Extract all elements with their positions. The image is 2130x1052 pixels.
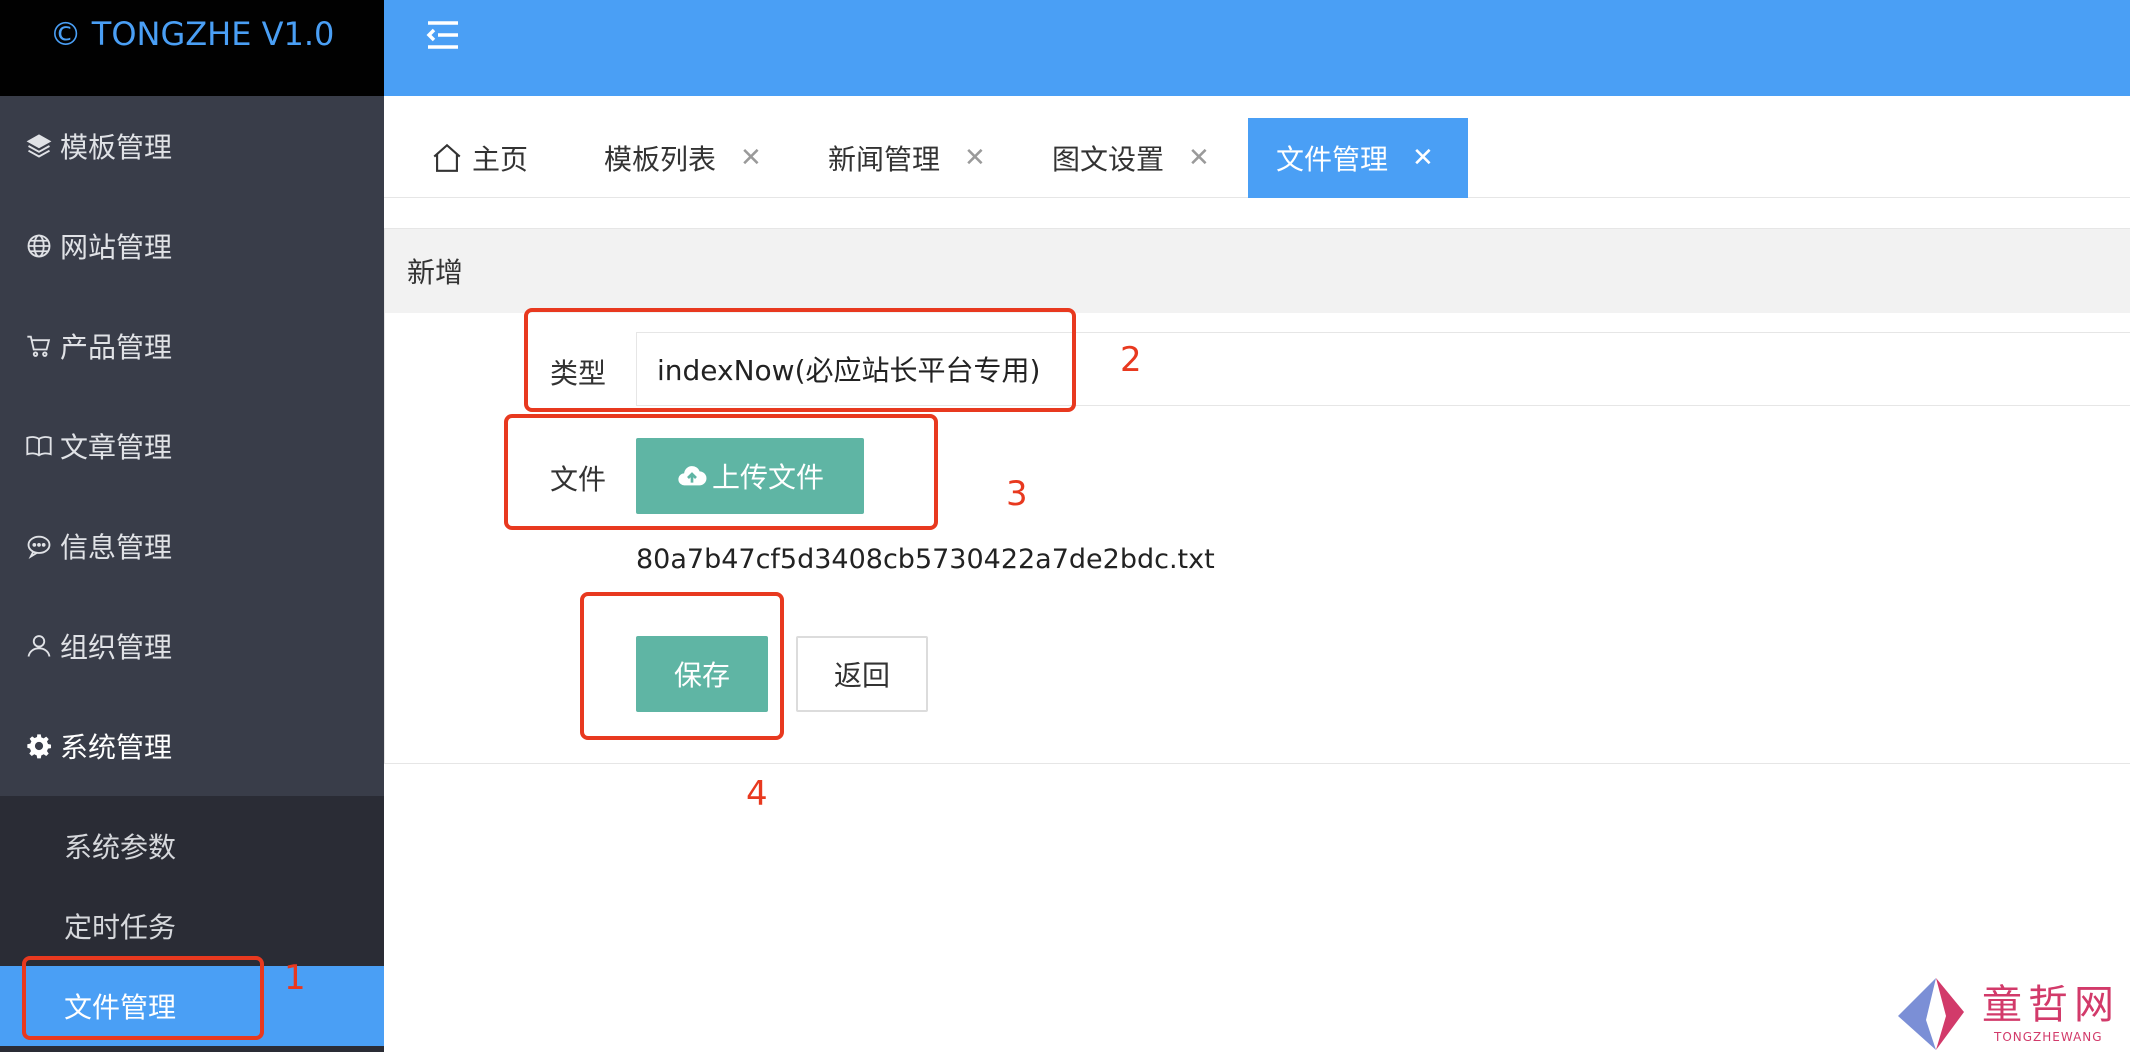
card-title: 新增 [385,229,2130,313]
sidebar-item-label: 信息管理 [60,531,173,564]
book-icon [22,429,56,463]
watermark-subtext: TONGZHEWANG [1994,1030,2103,1044]
chat-icon [22,529,56,563]
tab-label: 图文设置 [1052,143,1165,176]
globe-icon [22,229,56,263]
back-button[interactable]: 返回 [796,636,928,712]
annotation-box-3 [504,414,938,530]
sidebar-item-label: 模板管理 [60,131,173,164]
tab-image-text-settings[interactable]: 图文设置 ✕ [1052,118,1210,198]
sidebar-item-organization[interactable]: 组织管理 [0,596,384,696]
app-root: © TONGZHE V1.0 模板管理 网站管理 产品管理 文章管理 信息管理 … [0,0,2130,1052]
tab-label: 文件管理 [1276,143,1389,176]
tab-label: 模板列表 [604,143,717,176]
tab-home[interactable]: 主页 [430,118,528,198]
top-header [384,0,2130,96]
sidebar-item-label: 产品管理 [60,331,173,364]
user-icon [22,629,56,663]
menu-toggle-icon[interactable] [424,18,464,52]
annotation-number-1: 1 [284,958,306,998]
annotation-box-1 [22,956,264,1040]
home-icon [433,143,461,172]
sidebar-item-templates[interactable]: 模板管理 [0,96,384,196]
sidebar-item-label: 文章管理 [60,431,173,464]
annotation-number-2: 2 [1120,340,1142,380]
submenu-item-system-params[interactable]: 系统参数 [0,806,384,886]
annotation-number-4: 4 [746,774,768,814]
gear-icon [22,729,56,763]
watermark-text: 童哲网 [1982,982,2120,1028]
sidebar: © TONGZHE V1.0 模板管理 网站管理 产品管理 文章管理 信息管理 … [0,0,384,1052]
submenu-item-scheduled-tasks[interactable]: 定时任务 [0,886,384,966]
sidebar-item-label: 组织管理 [60,631,173,664]
app-logo: © TONGZHE V1.0 [0,0,384,96]
close-icon[interactable]: ✕ [964,143,986,173]
tab-label: 新闻管理 [828,143,941,176]
close-icon[interactable]: ✕ [1412,143,1434,173]
uploaded-file-name: 80a7b47cf5d3408cb5730422a7de2bdc.txt [636,544,1215,575]
annotation-box-2 [524,308,1076,412]
sidebar-item-websites[interactable]: 网站管理 [0,196,384,296]
annotation-number-3: 3 [1006,474,1028,514]
layers-icon [22,129,56,163]
tab-file-management[interactable]: 文件管理 ✕ [1248,118,1468,198]
sidebar-item-products[interactable]: 产品管理 [0,296,384,396]
sidebar-item-system[interactable]: 系统管理 [0,696,384,796]
cart-icon [22,329,56,363]
tab-template-list[interactable]: 模板列表 ✕ [604,118,762,198]
sidebar-item-label: 网站管理 [60,231,173,264]
tab-label: 主页 [472,143,529,176]
sidebar-item-articles[interactable]: 文章管理 [0,396,384,496]
close-icon[interactable]: ✕ [1188,143,1210,173]
sidebar-item-messages[interactable]: 信息管理 [0,496,384,596]
sidebar-item-label: 系统管理 [60,731,173,764]
tab-bar: 主页 模板列表 ✕ 新闻管理 ✕ 图文设置 ✕ 文件管理 ✕ [384,96,2130,198]
annotation-box-4 [580,592,784,740]
tab-news-management[interactable]: 新闻管理 ✕ [828,118,986,198]
close-icon[interactable]: ✕ [740,143,762,173]
